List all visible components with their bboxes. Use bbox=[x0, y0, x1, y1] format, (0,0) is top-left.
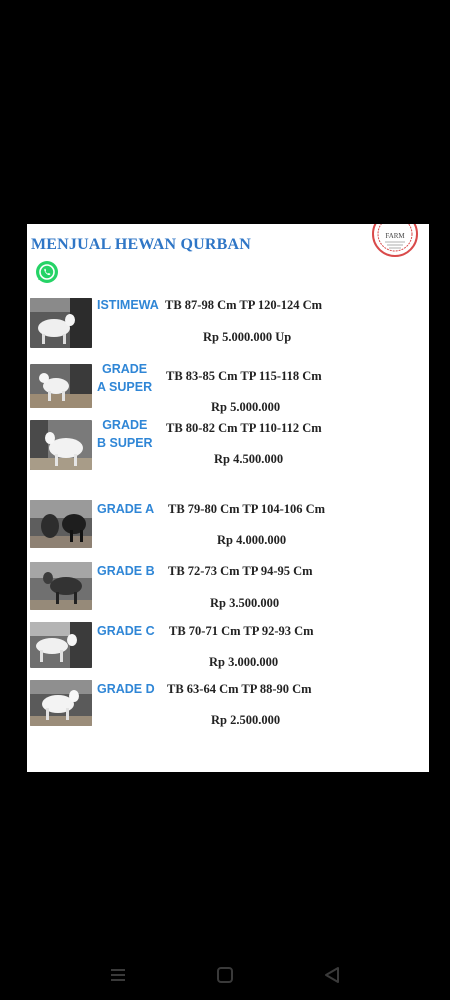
grade-label: GRADE A bbox=[97, 502, 155, 516]
size-spec: TB 72-73 Cm TP 94-95 Cm bbox=[168, 564, 313, 578]
advert-card: MENJUAL HEWAN QURBAN FARM ISTIMEWA TB 87… bbox=[27, 224, 429, 772]
grade-label: GRADE B bbox=[97, 564, 155, 578]
grade-label: ISTIMEWA bbox=[97, 298, 159, 312]
grade-label: GRADE C bbox=[97, 624, 155, 638]
grade-label: GRADE D bbox=[97, 682, 155, 696]
size-spec: TB 87-98 Cm TP 120-124 Cm bbox=[165, 298, 323, 312]
goat-photo bbox=[30, 420, 92, 470]
system-nav-bar bbox=[0, 950, 450, 1000]
grade-label: GRADE A SUPER bbox=[97, 362, 153, 394]
price: Rp 4.000.000 bbox=[217, 533, 287, 547]
goat-photo bbox=[30, 622, 92, 668]
price: Rp 5.000.000 Up bbox=[203, 330, 292, 344]
price: Rp 4.500.000 bbox=[214, 452, 284, 466]
goat-photo bbox=[30, 562, 92, 610]
goat-photo bbox=[30, 364, 92, 408]
page-title: MENJUAL HEWAN QURBAN bbox=[31, 236, 252, 253]
price: Rp 2.500.000 bbox=[211, 713, 281, 727]
farm-logo-stamp: FARM bbox=[372, 224, 418, 257]
size-spec: TB 80-82 Cm TP 110-112 Cm bbox=[166, 421, 322, 435]
price: Rp 3.000.000 bbox=[209, 655, 279, 669]
home-icon[interactable] bbox=[212, 962, 238, 988]
size-spec: TB 79-80 Cm TP 104-106 Cm bbox=[168, 502, 326, 516]
whatsapp-icon[interactable] bbox=[35, 260, 59, 284]
grade-label: GRADE B SUPER bbox=[97, 418, 153, 450]
size-spec: TB 83-85 Cm TP 115-118 Cm bbox=[166, 369, 322, 383]
size-spec: TB 70-71 Cm TP 92-93 Cm bbox=[169, 624, 314, 638]
back-icon[interactable] bbox=[319, 962, 345, 988]
menu-icon[interactable] bbox=[105, 962, 131, 988]
goat-photo bbox=[30, 500, 92, 548]
price: Rp 3.500.000 bbox=[210, 596, 280, 610]
goat-photo bbox=[30, 298, 92, 348]
svg-text:FARM: FARM bbox=[385, 232, 405, 240]
price: Rp 5.000.000 bbox=[211, 400, 281, 414]
goat-photo bbox=[30, 680, 92, 726]
size-spec: TB 63-64 Cm TP 88-90 Cm bbox=[167, 682, 312, 696]
